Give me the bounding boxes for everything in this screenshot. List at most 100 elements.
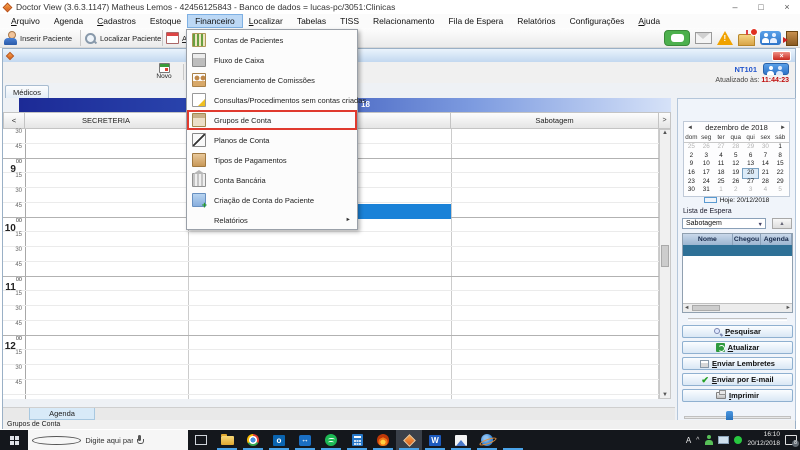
calendar-day[interactable]: 12	[728, 160, 743, 169]
users-button[interactable]	[763, 63, 789, 75]
tray-monitor-icon[interactable]	[718, 436, 729, 444]
schedule-cell[interactable]	[452, 277, 658, 290]
schedule-cell[interactable]	[452, 262, 658, 276]
schedule-cell[interactable]	[452, 232, 658, 246]
menu-item-relatorios[interactable]: Relatórios►	[187, 210, 357, 230]
birthday-icon[interactable]	[738, 34, 755, 46]
schedule-cell[interactable]	[452, 336, 658, 349]
menu-item-criacao-de-conta-do-paciente[interactable]: Criação de Conta do Paciente	[187, 190, 357, 210]
menu-fila-de-espera[interactable]: Fila de Espera	[441, 15, 510, 27]
calendar-day[interactable]: 19	[728, 169, 743, 178]
menu-item-planos-de-conta[interactable]: Planos de Conta	[187, 130, 357, 150]
calendar-day[interactable]: 8	[773, 152, 788, 161]
scroll-right-icon[interactable]: ►	[786, 305, 791, 311]
menu-arquivo[interactable]: Arquivo	[4, 15, 47, 27]
menu-ajuda[interactable]: Ajuda	[631, 15, 667, 27]
calendar-day[interactable]: 1	[714, 186, 729, 195]
agenda-window-close-button[interactable]: ×	[772, 51, 791, 61]
calendar-day[interactable]: 14	[758, 160, 773, 169]
tray-person-icon[interactable]	[704, 435, 713, 445]
enviar-por-e-mail-button[interactable]: ✔Enviar por E-mail	[682, 373, 793, 386]
calendar-day[interactable]: 3	[743, 186, 758, 195]
calendar-day[interactable]: 1	[773, 143, 788, 152]
schedule-cell[interactable]	[452, 365, 658, 379]
menu-financeiro[interactable]: Financeiro	[188, 15, 242, 27]
col-agenda[interactable]: Agenda	[761, 234, 792, 245]
schedule-cell[interactable]	[452, 306, 658, 320]
calendar-day[interactable]: 6	[743, 152, 758, 161]
schedule-cell[interactable]	[189, 262, 451, 276]
menu-item-fluxo-de-caixa[interactable]: Fluxo de Caixa	[187, 50, 357, 70]
novo-button[interactable]: Novo	[147, 63, 181, 82]
schedule-cell[interactable]	[452, 291, 658, 305]
calendar-day[interactable]: 29	[773, 178, 788, 187]
waitlist-dropdown[interactable]: Sabotagem ▼	[682, 218, 766, 229]
calendar-day[interactable]: 25	[684, 143, 699, 152]
calendar-day[interactable]: 25	[714, 178, 729, 187]
calendar-day[interactable]: 28	[728, 143, 743, 152]
calendar-today[interactable]: Hoje: 20/12/2018	[684, 195, 789, 206]
scrollbar-thumb[interactable]	[661, 245, 669, 267]
schedule-cell[interactable]	[189, 277, 451, 290]
menu-tiss[interactable]: TISS	[333, 15, 366, 27]
schedule-cell[interactable]	[26, 232, 188, 246]
taskbar-flame-icon[interactable]	[370, 430, 396, 450]
contacts-icon[interactable]	[760, 31, 781, 45]
schedule-cell[interactable]	[452, 321, 658, 335]
scrollbar-thumb[interactable]	[692, 305, 720, 311]
scroll-down-icon[interactable]: ▼	[660, 392, 670, 398]
col-chegou[interactable]: Chegou	[733, 234, 762, 245]
minimize-button[interactable]: –	[722, 2, 748, 12]
menu-item-tipos-de-pagamentos[interactable]: Tipos de Pagamentos	[187, 150, 357, 170]
schedule-cell[interactable]	[26, 321, 188, 335]
schedule-cell[interactable]	[189, 232, 451, 246]
close-button[interactable]: ×	[774, 2, 800, 12]
menu-configuracoes[interactable]: Configurações	[563, 15, 632, 27]
enviar-lembretes-button[interactable]: Enviar Lembretes	[682, 357, 793, 370]
tab-medicos[interactable]: Médicos	[5, 85, 49, 98]
schedule-cell[interactable]	[26, 188, 188, 202]
calendar-day[interactable]: 11	[714, 160, 729, 169]
taskbar-planet-icon[interactable]	[474, 430, 500, 450]
schedule-cell[interactable]	[452, 247, 658, 261]
waitlist-selected-row[interactable]	[683, 245, 792, 256]
calendar-day[interactable]: 18	[714, 169, 729, 178]
schedule-cell[interactable]	[26, 159, 188, 172]
taskbar-pink-app-icon[interactable]	[500, 430, 526, 450]
calendar-day[interactable]: 17	[699, 169, 714, 178]
schedule-cell[interactable]	[26, 277, 188, 290]
scroll-left-button[interactable]: <	[3, 112, 25, 129]
taskbar-photos-icon[interactable]	[448, 430, 474, 450]
schedule-cell[interactable]	[452, 144, 658, 158]
schedule-cell[interactable]	[26, 380, 188, 394]
schedule-cell[interactable]	[189, 336, 451, 349]
calendar-next-icon[interactable]: ►	[780, 122, 786, 134]
collapse-panel-button[interactable]: ▲	[772, 218, 792, 229]
schedule-cell[interactable]	[26, 336, 188, 349]
taskbar-folder-icon[interactable]	[214, 430, 240, 450]
waitlist-horizontal-scrollbar[interactable]: ◄ ►	[683, 303, 792, 312]
schedule-cell[interactable]	[189, 321, 451, 335]
calendar-day[interactable]: 7	[758, 152, 773, 161]
menu-item-consultas-procedimentos-sem-contas-criadas[interactable]: Consultas/Procedimentos sem contas criad…	[187, 90, 357, 110]
scroll-left-icon[interactable]: ◄	[684, 305, 689, 311]
calendar-day[interactable]: 29	[743, 143, 758, 152]
calendar-day[interactable]: 4	[758, 186, 773, 195]
column-header-secreteria[interactable]: SECRETERIA	[25, 112, 188, 129]
imprimir-button[interactable]: Imprimir	[682, 389, 793, 402]
menu-item-contas-de-pacientes[interactable]: Contas de Pacientes	[187, 30, 357, 50]
microphone-icon[interactable]	[137, 435, 184, 445]
taskbar-word-icon[interactable]: W	[422, 430, 448, 450]
taskbar-clock[interactable]: 16:10 20/12/2018	[747, 431, 780, 449]
slider-track[interactable]	[684, 416, 791, 419]
calendar-day[interactable]: 9	[684, 160, 699, 169]
schedule-cell[interactable]	[26, 262, 188, 276]
calendar-day[interactable]: 26	[699, 143, 714, 152]
inserir-paciente-button[interactable]: Inserir Paciente	[4, 30, 72, 46]
menu-item-gerenciamento-de-comissoes[interactable]: Gerenciamento de Comissões	[187, 70, 357, 90]
calendar-day[interactable]: 2	[728, 186, 743, 195]
calendar-day[interactable]: 2	[684, 152, 699, 161]
menu-estoque[interactable]: Estoque	[143, 15, 188, 27]
menu-relacionamento[interactable]: Relacionamento	[366, 15, 441, 27]
calendar-day[interactable]: 28	[758, 178, 773, 187]
